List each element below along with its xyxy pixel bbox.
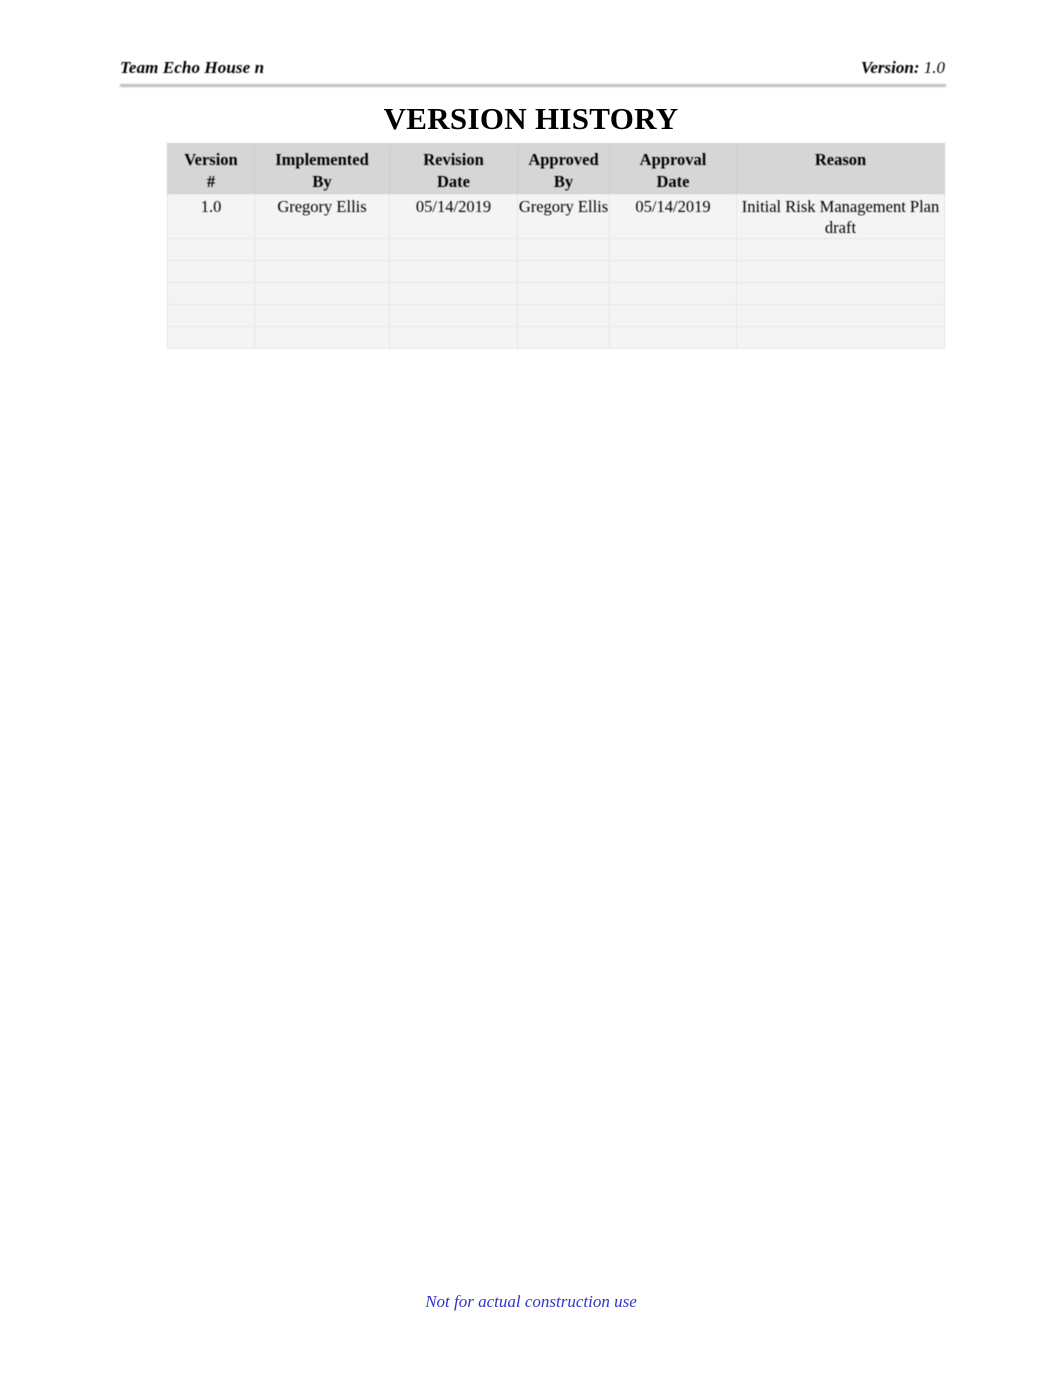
header-divider-rule <box>120 84 946 87</box>
cell-approval-date <box>609 238 737 261</box>
table-row <box>167 326 945 349</box>
cell-implemented-by: Gregory Ellis <box>254 193 390 239</box>
cell-reason: Initial Risk Management Plan draft <box>736 193 945 239</box>
cell-version <box>167 304 255 327</box>
cell-approved-by <box>517 282 610 305</box>
column-header-approved-by-line2: By <box>553 172 574 191</box>
column-header-approval-date: Approval Date <box>609 143 737 194</box>
column-header-implemented-by: Implemented By <box>254 143 390 194</box>
column-header-implemented-by-line2: By <box>312 172 332 191</box>
cell-approved-by <box>517 260 610 283</box>
cell-implemented-by <box>254 304 390 327</box>
header-version-value: 1.0 <box>923 58 945 77</box>
cell-version <box>167 326 255 349</box>
cell-version <box>167 260 255 283</box>
cell-approved-by <box>517 238 610 261</box>
cell-version <box>167 282 255 305</box>
table-header-row: Version # Implemented By Revision Date A… <box>167 143 945 194</box>
cell-revision-date <box>389 260 518 283</box>
column-header-approved-by: Approved By <box>517 143 610 194</box>
cell-reason <box>736 304 945 327</box>
document-page: Team Echo House n Version: 1.0 VERSION H… <box>0 0 1062 1376</box>
table-row <box>167 238 945 261</box>
cell-approval-date <box>609 260 737 283</box>
cell-approval-date <box>609 304 737 327</box>
table-row: 1.0 Gregory Ellis 05/14/2019 Gregory Ell… <box>167 193 945 239</box>
cell-approved-by <box>517 304 610 327</box>
version-history-table-wrapper: Version # Implemented By Revision Date A… <box>167 143 945 349</box>
column-header-approval-date-line1: Approval <box>639 150 707 169</box>
column-header-reason: Reason <box>736 143 945 194</box>
cell-revision-date: 05/14/2019 <box>389 193 518 239</box>
cell-version <box>167 238 255 261</box>
column-header-version-line1: Version <box>184 150 238 169</box>
column-header-approved-by-line1: Approved <box>528 150 599 169</box>
cell-revision-date <box>389 326 518 349</box>
header-version-label: Version: <box>860 58 920 77</box>
column-header-revision-date-line2: Date <box>437 172 470 191</box>
column-header-revision-date: Revision Date <box>389 143 518 194</box>
cell-reason <box>736 238 945 261</box>
version-history-table: Version # Implemented By Revision Date A… <box>167 143 945 349</box>
column-header-version: Version # <box>167 143 255 194</box>
cell-version: 1.0 <box>167 193 255 239</box>
cell-revision-date <box>389 304 518 327</box>
cell-implemented-by <box>254 238 390 261</box>
column-header-revision-date-line1: Revision <box>423 150 484 169</box>
cell-reason <box>736 260 945 283</box>
cell-reason <box>736 326 945 349</box>
header-project-name: Team Echo House n <box>120 58 265 77</box>
footer-disclaimer: Not for actual construction use <box>425 1292 637 1311</box>
table-head: Version # Implemented By Revision Date A… <box>167 143 945 194</box>
cell-implemented-by <box>254 260 390 283</box>
column-header-approval-date-line2: Date <box>656 172 690 191</box>
cell-approved-by: Gregory Ellis <box>517 193 610 239</box>
cell-revision-date <box>389 282 518 305</box>
cell-implemented-by <box>254 326 390 349</box>
header-version: Version: 1.0 <box>861 58 945 78</box>
cell-revision-date <box>389 238 518 261</box>
column-header-reason-line1: Reason <box>814 150 867 169</box>
cell-approval-date: 05/14/2019 <box>609 193 737 239</box>
cell-approval-date <box>609 326 737 349</box>
column-header-implemented-by-line1: Implemented <box>275 150 369 169</box>
document-body-area <box>120 360 946 1260</box>
column-header-version-line2: # <box>206 172 216 191</box>
cell-approval-date <box>609 282 737 305</box>
table-row <box>167 260 945 283</box>
cell-reason <box>736 282 945 305</box>
table-row <box>167 282 945 305</box>
table-row <box>167 304 945 327</box>
table-body: 1.0 Gregory Ellis 05/14/2019 Gregory Ell… <box>167 193 945 349</box>
cell-implemented-by <box>254 282 390 305</box>
page-title: VERSION HISTORY <box>383 101 679 136</box>
cell-approved-by <box>517 326 610 349</box>
